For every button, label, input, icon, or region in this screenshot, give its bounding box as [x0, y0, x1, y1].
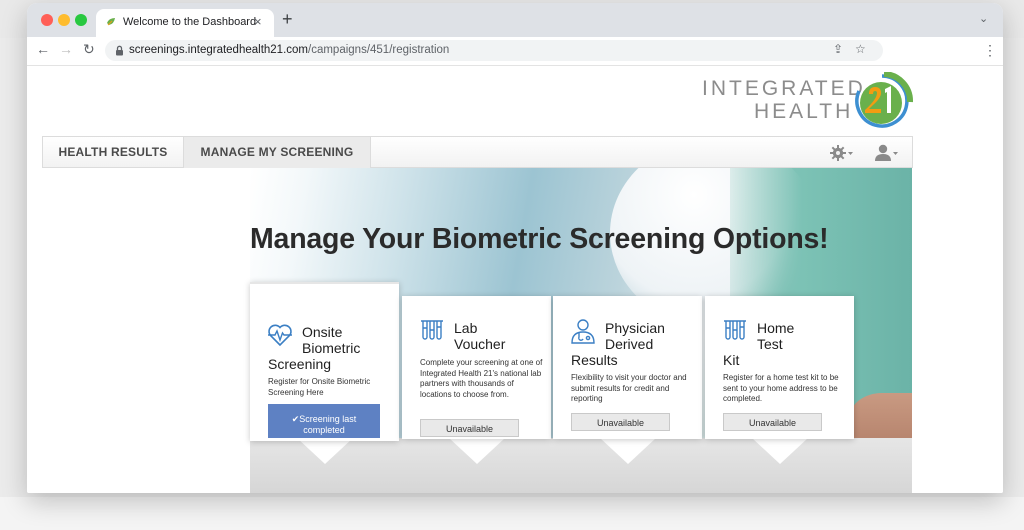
tab-health-results[interactable]: HEALTH RESULTS — [43, 137, 184, 168]
card-title-line: Screening — [268, 356, 332, 372]
browser-tab[interactable]: Welcome to the Dashboard × — [96, 9, 274, 37]
card-onsite-biometric-screening[interactable]: Onsite Biometric Screening Register for … — [250, 282, 399, 441]
card-title: Physician Derived Results — [571, 320, 699, 368]
card-title-line: Onsite — [302, 324, 343, 340]
card-title: Onsite Biometric Screening — [268, 324, 396, 372]
card-title-line: Voucher — [454, 336, 506, 352]
card-title-line: Kit — [723, 352, 740, 368]
maximize-window-button[interactable] — [75, 14, 87, 26]
card-title-line: Derived — [605, 336, 654, 352]
card-pointer — [752, 438, 808, 464]
card-title-line: Physician — [605, 320, 665, 336]
lab-voucher-unavailable-button[interactable]: Unavailable — [420, 419, 519, 437]
forward-button[interactable]: → — [59, 41, 73, 57]
tab-search-icon[interactable]: ⌄ — [979, 12, 988, 25]
card-description: Register for Onsite Biometric Screening … — [268, 377, 371, 397]
url-text: screenings.integratedhealth21.com/campai… — [129, 44, 449, 56]
page-title: Manage Your Biometric Screening Options! — [250, 223, 829, 255]
reload-button[interactable]: ↻ — [83, 41, 95, 58]
logo-text-line2: HEALTH — [754, 100, 854, 123]
card-physician-derived-results[interactable]: Physician Derived Results Flexibility to… — [553, 296, 702, 439]
user-icon[interactable] — [874, 143, 900, 163]
card-lab-voucher[interactable]: Lab Voucher Complete your screening at o… — [402, 296, 551, 439]
card-description: Flexibility to visit your doctor and sub… — [571, 373, 687, 403]
card-title-line: Results — [571, 352, 618, 368]
browser-toolbar: ← → ↻ screenings.integratedhealth21.com/… — [27, 37, 1003, 66]
tab-title: Welcome to the Dashboard — [123, 16, 257, 28]
card-title: Home Test Kit — [723, 320, 851, 368]
card-title-line: Lab — [454, 320, 478, 336]
url-host: screenings.integratedhealth21.com — [129, 44, 309, 56]
card-pointer — [449, 438, 505, 464]
card-title-line: Test — [757, 336, 783, 352]
gear-icon[interactable] — [829, 144, 855, 162]
card-pointer — [600, 438, 656, 464]
new-tab-button[interactable]: + — [282, 9, 293, 30]
lock-icon — [116, 45, 123, 56]
share-icon[interactable]: ⇪ — [833, 42, 843, 56]
minimize-window-button[interactable] — [58, 14, 70, 26]
card-description: Complete your screening at one of Integr… — [420, 358, 543, 399]
card-title-line: Biometric — [302, 340, 361, 356]
integrated-health-logo[interactable]: INTEGRATED HEALTH — [702, 69, 917, 131]
card-description: Register for a home test kit to be sent … — [723, 373, 839, 403]
tab-manage-my-screening[interactable]: MANAGE MY SCREENING — [184, 137, 371, 168]
page-content: INTEGRATED HEALTH HEALTH RESULTS MANAGE … — [27, 66, 1003, 493]
tab-strip: Welcome to the Dashboard × + ⌄ — [27, 3, 1003, 37]
address-bar[interactable]: screenings.integratedhealth21.com/campai… — [105, 40, 883, 61]
close-window-button[interactable] — [41, 14, 53, 26]
tab-close-icon[interactable]: × — [254, 14, 262, 29]
browser-window: Welcome to the Dashboard × + ⌄ ← → ↻ scr… — [27, 3, 1003, 493]
kebab-menu-icon[interactable]: ⋮ — [983, 42, 997, 59]
screening-completed-button[interactable]: ✔Screening last completed — [268, 404, 380, 438]
card-title: Lab Voucher — [420, 320, 548, 352]
back-button[interactable]: ← — [36, 41, 50, 57]
card-home-test-kit[interactable]: Home Test Kit Register for a home test k… — [705, 296, 854, 439]
main-nav-bar: HEALTH RESULTS MANAGE MY SCREENING — [42, 136, 913, 168]
card-pointer — [297, 438, 353, 464]
logo-text-line1: INTEGRATED — [702, 77, 866, 100]
hero-hand — [850, 393, 912, 443]
home-test-kit-unavailable-button[interactable]: Unavailable — [723, 413, 822, 431]
star-icon[interactable]: ☆ — [855, 42, 866, 56]
physician-results-unavailable-button[interactable]: Unavailable — [571, 413, 670, 431]
favicon-icon — [107, 18, 115, 26]
url-path: /campaigns/451/registration — [308, 44, 450, 56]
logo-21-mark — [855, 72, 913, 128]
card-title-line: Home — [757, 320, 795, 336]
